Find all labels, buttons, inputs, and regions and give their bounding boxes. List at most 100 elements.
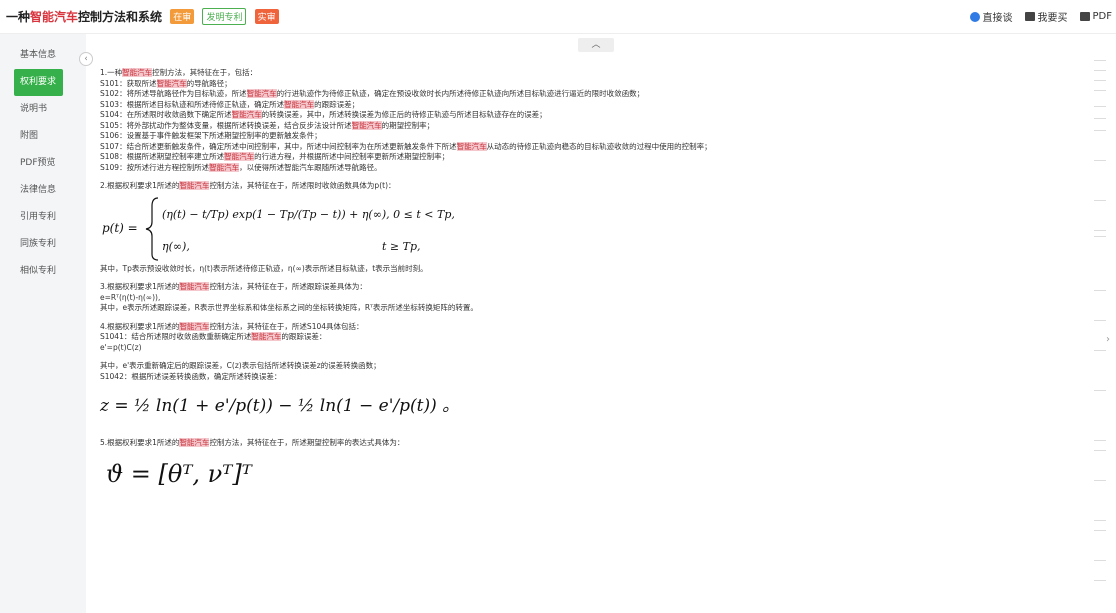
sidebar-item-claims[interactable]: 权利要求 bbox=[14, 69, 63, 96]
keyword-highlight: 智能汽车 bbox=[284, 99, 315, 109]
brace bbox=[145, 196, 159, 261]
claim-1-line: S101：获取所述智能汽车的导航路径； bbox=[100, 78, 1080, 90]
chat-button[interactable]: 直接谈 bbox=[969, 9, 1013, 24]
claim-text: 4.根据权利要求1所述的 bbox=[100, 321, 180, 331]
claim-text: ，以使得所述智能汽车跟随所述导航路径。 bbox=[239, 162, 382, 172]
claim-4-s1042: S1042：根据所述误差转换函数，确定所述转换误差： bbox=[100, 371, 282, 381]
sidebar-item-pdf-preview[interactable]: PDF预览 bbox=[0, 150, 86, 177]
claim-5-head: 5.根据权利要求1所述的智能汽车控制方法，其特征在于，所述期望控制率的表达式具体… bbox=[100, 438, 1080, 449]
scroll-marker bbox=[1094, 520, 1106, 521]
scroll-marker bbox=[1094, 80, 1106, 81]
title-prefix: 一种 bbox=[6, 10, 31, 24]
title-highlight: 智能汽车 bbox=[30, 10, 79, 24]
sidebar-nav: 基本信息 权利要求 说明书 附图 PDF预览 法律信息 引用专利 同族专利 相似… bbox=[0, 42, 86, 285]
scroll-marker bbox=[1094, 390, 1106, 391]
claim-text: 控制方法，其特征在于，所述限时收敛函数具体为p(t)： bbox=[209, 181, 396, 190]
title-suffix: 控制方法和系统 bbox=[78, 10, 163, 24]
chevron-right-icon[interactable]: › bbox=[1106, 334, 1110, 345]
claim-1-line: S108：根据所述期望控制率建立所述智能汽车的行进方程，并根据所述中间控制率更新… bbox=[100, 152, 1080, 163]
claim-text: S107：结合所述更新触发条件，确定所述中间控制率，其中，所述中间控制率为在所述… bbox=[100, 141, 457, 151]
claim-2-formula: p(t) = (η(t) − t/Tp) exp(1 − Tp/(Tp − t)… bbox=[100, 192, 1080, 264]
claim-text: 5.根据权利要求1所述的 bbox=[100, 438, 180, 447]
keyword-highlight: 智能汽车 bbox=[246, 89, 277, 98]
sidebar-item-cited-patents[interactable]: 引用专利 bbox=[0, 204, 86, 231]
claim-text: S102：将所述导航路径作为目标轨迹，所述 bbox=[100, 89, 247, 98]
scroll-marker bbox=[1094, 200, 1106, 201]
scroll-marker bbox=[1094, 106, 1106, 107]
claim-4-equation: e'=p(t)C(z) bbox=[100, 342, 142, 352]
scroll-marker bbox=[1094, 580, 1106, 581]
keyword-highlight: 智能汽车 bbox=[179, 321, 210, 331]
type-badge-invention: 发明专利 bbox=[202, 8, 247, 25]
status-badge-examination: 实审 bbox=[254, 9, 279, 24]
claim-text: S105：将外部扰动作为整体变量，根据所述转换误差，结合反步法设计所述 bbox=[100, 120, 352, 130]
claim-text: S106：设置基于事件触发框架下所述期望控制率的更新触发条件； bbox=[100, 131, 322, 140]
scroll-marker bbox=[1094, 130, 1106, 131]
chevron-up-icon[interactable]: ︿ bbox=[578, 38, 614, 52]
pdf-button[interactable]: PDF bbox=[1079, 9, 1112, 24]
claim-text: 的导航路径； bbox=[186, 78, 232, 88]
claim-text: 的转换误差，其中，所述转换误差为修正后的待修正轨迹与所述目标轨迹存在的误差； bbox=[261, 110, 547, 119]
keyword-highlight: 智能汽车 bbox=[122, 68, 153, 77]
claim-text: 控制方法，其特征在于，所述S104具体包括： bbox=[209, 321, 364, 331]
keyword-highlight: 智能汽车 bbox=[251, 332, 282, 341]
sidebar-item-drawings[interactable]: 附图 bbox=[0, 123, 86, 150]
claim-4-s1041: S1041：结合所述限时收敛函数重新确定所述智能汽车的跟踪误差： bbox=[100, 332, 1080, 343]
claim-1-line: S109：按所述行进方程控制所述智能汽车，以使得所述智能汽车跟随所述导航路径。 bbox=[100, 162, 1080, 174]
claim-5-formula: ϑ = [θᵀ, νᵀ]ᵀ bbox=[106, 459, 252, 488]
claim-text: S108：根据所述期望控制率建立所述 bbox=[100, 152, 225, 161]
scroll-marker bbox=[1094, 118, 1106, 119]
scroll-marker bbox=[1094, 60, 1106, 61]
sidebar-item-legal-info[interactable]: 法律信息 bbox=[0, 177, 86, 204]
chevron-left-icon[interactable]: ‹ bbox=[79, 52, 93, 66]
claim-1: 1.一种智能汽车控制方法，其特征在于，包括： S101：获取所述智能汽车的导航路径… bbox=[100, 68, 1080, 173]
header-actions: 直接谈 我要买 PDF bbox=[969, 9, 1112, 24]
buy-button[interactable]: 我要买 bbox=[1024, 9, 1068, 24]
claim-text: 的行进方程，并根据所述中间控制率更新所述期望控制率； bbox=[254, 152, 450, 161]
sidebar-item-description[interactable]: 说明书 bbox=[0, 96, 86, 123]
claim-1-line: 1.一种智能汽车控制方法，其特征在于，包括： bbox=[100, 68, 1080, 79]
claim-text: 2.根据权利要求1所述的 bbox=[100, 181, 180, 190]
sidebar-item-similar-patents[interactable]: 相似专利 bbox=[0, 258, 86, 285]
formula-row2-condition: t ≥ Tp, bbox=[382, 240, 421, 253]
claim-1-line: S107：结合所述更新触发条件，确定所述中间控制率，其中，所述中间控制率为在所述… bbox=[100, 141, 1080, 153]
claim-1-line: S104：在所述限时收敛函数下确定所述智能汽车的转换误差，其中，所述转换误差为修… bbox=[100, 110, 1080, 121]
claim-text: 3.根据权利要求1所述的 bbox=[100, 282, 180, 291]
claim-text: 的跟踪误差； bbox=[314, 99, 360, 109]
claim-1-line: S103：根据所述目标轨迹和所述待修正轨迹，确定所述智能汽车的跟踪误差； bbox=[100, 99, 1080, 111]
scroll-marker bbox=[1094, 230, 1106, 231]
claim-text: 控制方法，其特征在于，所述期望控制率的表达式具体为： bbox=[209, 438, 405, 447]
claim-text: S104：在所述限时收敛函数下确定所述 bbox=[100, 110, 232, 119]
scroll-marker bbox=[1094, 350, 1106, 351]
buy-label: 我要买 bbox=[1037, 13, 1068, 24]
claims-text: 1.一种智能汽车控制方法，其特征在于，包括： S101：获取所述智能汽车的导航路径… bbox=[100, 68, 1080, 499]
scroll-marker bbox=[1094, 480, 1106, 481]
scroll-marker bbox=[1094, 236, 1106, 237]
sidebar: 基本信息 权利要求 说明书 附图 PDF预览 法律信息 引用专利 同族专利 相似… bbox=[0, 34, 86, 613]
keyword-highlight: 智能汽车 bbox=[351, 120, 382, 130]
claim-1-line: S106：设置基于事件触发框架下所述期望控制率的更新触发条件； bbox=[100, 131, 1080, 142]
chat-label: 直接谈 bbox=[982, 13, 1013, 24]
keyword-highlight: 智能汽车 bbox=[224, 152, 255, 161]
sidebar-item-basic-info[interactable]: 基本信息 bbox=[0, 42, 86, 69]
claims-panel: ︿ 1.一种智能汽车控制方法，其特征在于，包括： S101：获取所述智能汽车的导航… bbox=[96, 34, 1086, 613]
keyword-highlight: 智能汽车 bbox=[156, 78, 187, 88]
claim-4-note: 其中，e'表示重新确定后的跟踪误差，C(z)表示包括所述转换误差z的误差转换函数… bbox=[100, 361, 381, 370]
piecewise-formula: p(t) = (η(t) − t/Tp) exp(1 − Tp/(Tp − t)… bbox=[102, 196, 455, 261]
pdf-label: PDF bbox=[1092, 11, 1112, 22]
claim-text: 的行进轨迹作为待修正轨迹，确定在预设收敛时长内所述待修正轨迹向所述目标轨迹进行逼… bbox=[276, 89, 645, 98]
keyword-highlight: 智能汽车 bbox=[179, 438, 210, 447]
scroll-marker bbox=[1094, 70, 1106, 71]
claim-text: S109：按所述行进方程控制所述 bbox=[100, 162, 210, 172]
scroll-marker bbox=[1094, 160, 1106, 161]
claim-text: 的期望控制率； bbox=[381, 120, 435, 130]
sidebar-item-family-patents[interactable]: 同族专利 bbox=[0, 231, 86, 258]
mail-icon bbox=[1024, 12, 1035, 21]
scroll-markers bbox=[1094, 60, 1108, 600]
claim-text: 从动态的待修正轨迹向稳态的目标轨迹收敛的过程中使用的控制率； bbox=[486, 141, 712, 151]
chat-icon bbox=[969, 11, 980, 22]
keyword-highlight: 智能汽车 bbox=[209, 162, 240, 172]
formula-row2-value: η(∞), bbox=[162, 240, 190, 253]
keyword-highlight: 智能汽车 bbox=[179, 282, 210, 291]
keyword-highlight: 智能汽车 bbox=[456, 141, 487, 151]
